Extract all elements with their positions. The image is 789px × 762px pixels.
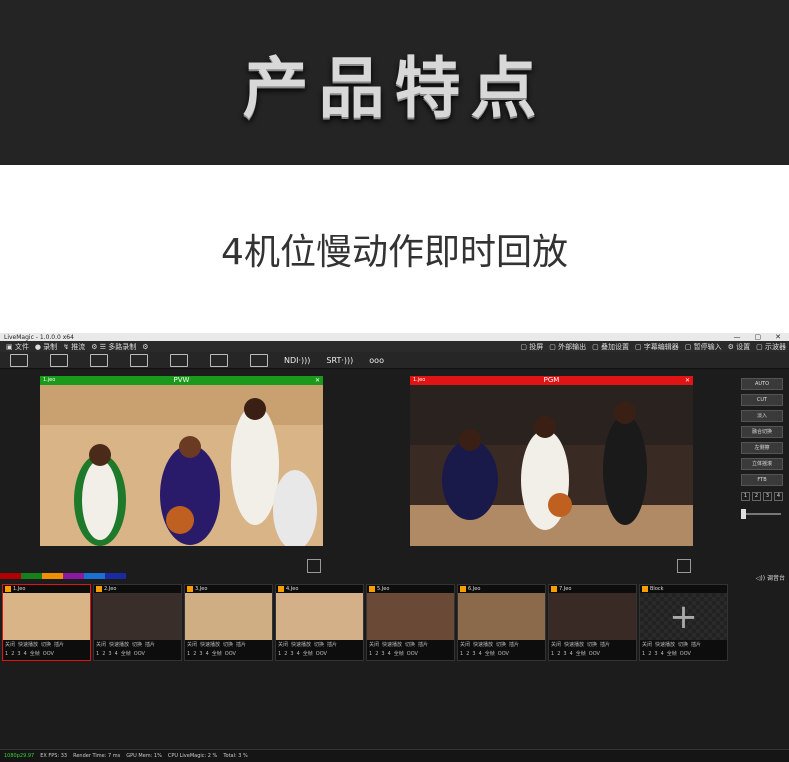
camera-tile[interactable]: 2.Jeo 关闭 快速播放 切换 插片 1 2 3 4 全帧 OOV — [93, 584, 182, 661]
wipe-left-button[interactable]: 左侧擦 — [741, 442, 783, 454]
image-icon[interactable] — [130, 353, 148, 367]
pvw-monitor[interactable]: 1.jeo PVW ✕ — [40, 376, 323, 546]
pvw-source-label: 1.jeo — [43, 377, 56, 383]
transition-controls: AUTO CUT 淡入 融合切换 左侧擦 立体摇滚 FTB 1 2 3 4 — [741, 378, 783, 519]
color-tag-green[interactable] — [21, 573, 42, 579]
menu-record[interactable]: ● 录制 — [35, 342, 57, 352]
camera-tile[interactable]: 1.Jeo 关闭 快速播放 切换 插片 1 2 3 4 全帧 OOV — [2, 584, 91, 661]
toolbar: NDI·))) SRT·))) ooo — [0, 352, 789, 369]
status-render: Render Time: 7 ms — [73, 753, 121, 759]
more-button[interactable]: ooo — [369, 356, 384, 365]
status-gpu: GPU Mem: 1% — [126, 753, 162, 759]
color-tag-navy[interactable] — [105, 573, 126, 579]
camera-name: 7.Jeo — [559, 586, 572, 592]
speed-2[interactable]: 2 — [752, 492, 761, 501]
color-tag-blue[interactable] — [84, 573, 105, 579]
close-icon[interactable]: ✕ — [315, 376, 320, 385]
pgm-monitor[interactable]: 1.jeo PGM ✕ — [410, 376, 693, 546]
app-window: LiveMagic - 1.0.0.0 x64 — ▢ ✕ ▣ 文件 ● 录制 … — [0, 333, 789, 762]
add-source-icon[interactable]: + — [669, 597, 698, 637]
camera-strip: 1.Jeo 关闭 快速播放 切换 插片 1 2 3 4 全帧 OOV 2.Jeo 关闭 快速播放切… — [0, 584, 728, 661]
menu-external-output[interactable]: ▢ 外部输出 — [549, 342, 586, 352]
camera-tile[interactable]: 6.Jeo 关闭 快速播放 切换 插片 1 2 3 4 全帧 OOV — [457, 584, 546, 661]
browser-icon[interactable] — [250, 353, 268, 367]
doc-icon[interactable] — [10, 353, 28, 367]
camera-name: 5.Jeo — [377, 586, 390, 592]
menu-stream[interactable]: ↯ 推流 — [63, 342, 85, 352]
auto-button[interactable]: AUTO — [741, 378, 783, 390]
cut-button[interactable]: CUT — [741, 394, 783, 406]
text-icon[interactable] — [170, 353, 188, 367]
srt-button[interactable]: SRT·))) — [326, 356, 353, 365]
close-icon[interactable]: ✕ — [685, 376, 690, 385]
camera-tile[interactable]: 4.Jeo 关闭 快速播放 切换 插片 1 2 3 4 全帧 OOV — [275, 584, 364, 661]
subtitle: 4机位慢动作即时回放 — [221, 232, 568, 273]
menu-subtitle-editor[interactable]: ▢ 字幕编辑器 — [635, 342, 679, 352]
camera-name: 1.Jeo — [13, 586, 26, 592]
ndi-button[interactable]: NDI·))) — [284, 356, 310, 365]
blend-button[interactable]: 融合切换 — [741, 426, 783, 438]
camera-tile[interactable]: 7.Jeo 关闭 快速播放 切换 插片 1 2 3 4 全帧 OOV — [548, 584, 637, 661]
pgm-video — [410, 385, 693, 546]
pvw-title: PVW — [173, 376, 190, 384]
menu-cast[interactable]: ▢ 投屏 — [520, 342, 543, 352]
color-tag-red[interactable] — [0, 573, 21, 579]
speed-4[interactable]: 4 — [774, 492, 783, 501]
minimize-button[interactable]: — — [734, 333, 741, 341]
banner-title: 产品特点 — [242, 49, 547, 127]
menu-settings[interactable]: ⚙ 设置 — [728, 342, 751, 352]
status-cpu: CPU LiveMagic: 2 % — [167, 753, 218, 759]
close-button[interactable]: ✕ — [775, 333, 781, 341]
camera-tile[interactable]: Block + 关闭 快速播放 切换 插片 1 2 3 4 全帧 OOV — [639, 584, 728, 661]
camera-name: Block — [650, 586, 664, 592]
menu-file[interactable]: ▣ 文件 — [6, 342, 29, 352]
window-title: LiveMagic - 1.0.0.0 x64 — [4, 333, 74, 341]
camera-icon[interactable] — [50, 353, 68, 367]
menu-gear[interactable]: ⚙ — [142, 343, 148, 351]
camera-tile[interactable]: 5.Jeo 关闭 快速播放 切换 插片 1 2 3 4 全帧 OOV — [366, 584, 455, 661]
slider-knob[interactable] — [741, 509, 746, 519]
camera-tile[interactable]: 3.Jeo 关闭 快速播放 切换 插片 1 2 3 4 全帧 OOV — [184, 584, 273, 661]
audio-mixer-label[interactable]: ◁)) 调音台 — [756, 573, 785, 582]
color-tag-orange[interactable] — [42, 573, 63, 579]
pvw-expand-icon[interactable] — [307, 559, 321, 573]
pgm-header: 1.jeo PGM ✕ — [410, 376, 693, 385]
camera-name: 2.Jeo — [104, 586, 117, 592]
menu-bar: ▣ 文件 ● 录制 ↯ 推流 ⚙ ☰ 多路录制 ⚙ ▢ 投屏 ▢ 外部输出 ▢ … — [0, 341, 789, 352]
title-bar: LiveMagic - 1.0.0.0 x64 — ▢ ✕ — [0, 333, 789, 341]
color-tags — [0, 573, 126, 579]
tbar-slider[interactable] — [741, 509, 783, 519]
speed-selector: 1 2 3 4 — [741, 492, 783, 501]
color-tag-purple[interactable] — [63, 573, 84, 579]
pvw-header: 1.jeo PVW ✕ — [40, 376, 323, 385]
speed-1[interactable]: 1 — [741, 492, 750, 501]
status-total: Total: 3 % — [223, 753, 248, 759]
menu-scope[interactable]: ▢ 示波器 — [756, 342, 786, 352]
subtitle-band: 4机位慢动作即时回放 — [0, 165, 789, 333]
menu-overlay[interactable]: ▢ 叠加设置 — [592, 342, 629, 352]
camera-name: 4.Jeo — [286, 586, 299, 592]
maximize-button[interactable]: ▢ — [755, 333, 762, 341]
speed-3[interactable]: 3 — [763, 492, 772, 501]
banner: 产品特点 — [0, 0, 789, 165]
pgm-title: PGM — [543, 376, 560, 384]
status-resolution: 1080p29.97 — [4, 753, 35, 759]
pgm-expand-icon[interactable] — [677, 559, 691, 573]
menu-multi-record[interactable]: ⚙ ☰ 多路录制 — [91, 342, 136, 352]
pgm-source-label: 1.jeo — [413, 377, 426, 383]
cube-button[interactable]: 立体摇滚 — [741, 458, 783, 470]
fade-in-button[interactable]: 淡入 — [741, 410, 783, 422]
camera-name: 3.Jeo — [195, 586, 208, 592]
media-icon[interactable] — [90, 353, 108, 367]
window-buttons: — ▢ ✕ — [734, 333, 782, 341]
camera-name: 6.Jeo — [468, 586, 481, 592]
status-bar: 1080p29.97 EX FPS: 33 Render Time: 7 ms … — [0, 749, 789, 762]
ftb-button[interactable]: FTB — [741, 474, 783, 486]
status-fps: EX FPS: 33 — [40, 753, 68, 759]
pvw-video — [40, 385, 323, 546]
person-icon[interactable] — [210, 353, 228, 367]
menu-pause-input[interactable]: ▢ 暂停输入 — [685, 342, 722, 352]
